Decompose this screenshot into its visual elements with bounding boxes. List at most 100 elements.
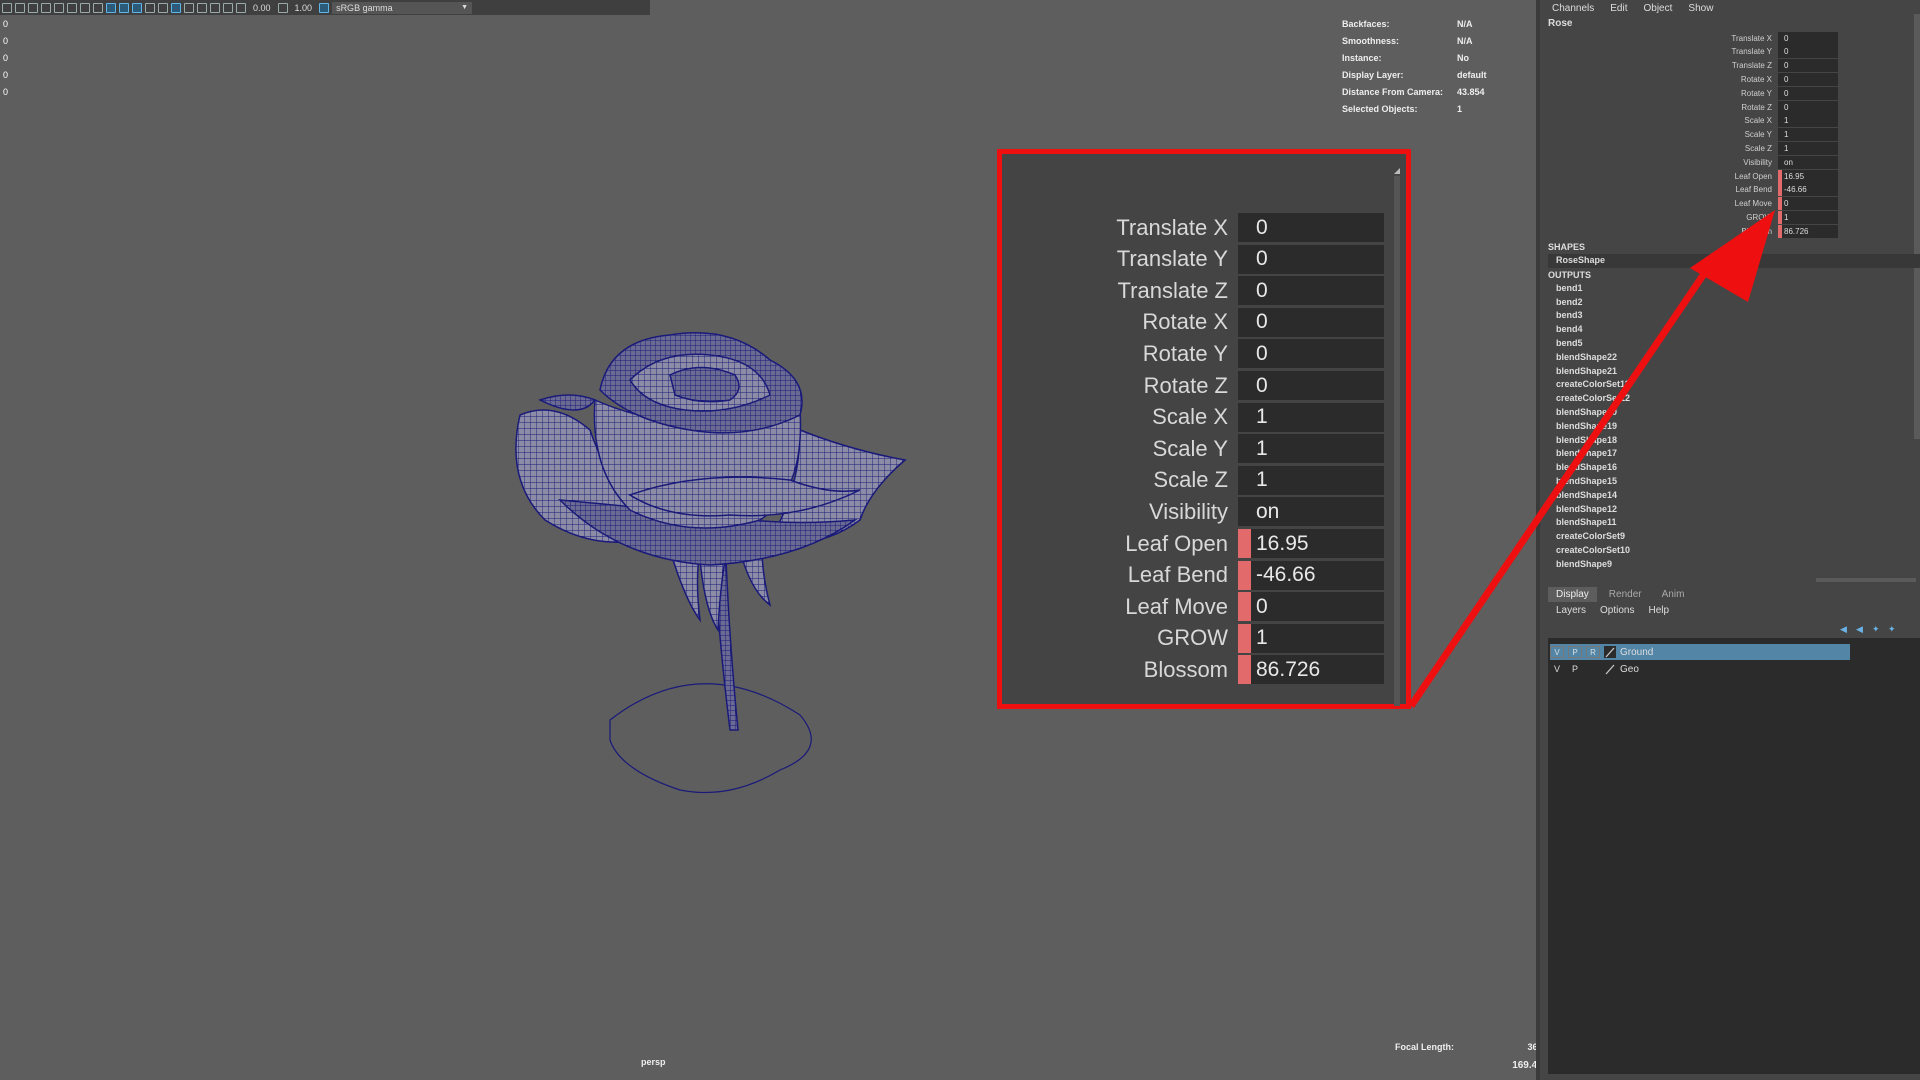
layer-name[interactable]: Ground	[1620, 647, 1653, 658]
layer-color-icon[interactable]	[1604, 663, 1616, 675]
layer-name[interactable]: Geo	[1620, 664, 1639, 675]
bookmark-icon[interactable]	[28, 2, 38, 13]
channel-row[interactable]: Translate Z 0	[1540, 59, 1920, 73]
channel-field[interactable]: 0	[1778, 59, 1838, 73]
channel-label[interactable]: Leaf Bend	[1540, 185, 1778, 194]
color-management-icon[interactable]	[319, 2, 330, 13]
tab-anim[interactable]: Anim	[1654, 587, 1693, 602]
channel-row[interactable]: Translate Y 0	[1540, 45, 1920, 59]
output-node-item[interactable]: blendShape11	[1548, 516, 1920, 530]
layer-row-ground[interactable]: V P R Ground	[1550, 644, 1850, 660]
viewport-panel[interactable]: 0.00 1.00 sRGB gamma ▼ 0 0 0 0 0 Backfac…	[0, 0, 1536, 1080]
wireframe-on-shaded-icon[interactable]	[119, 2, 129, 13]
channel-row[interactable]: Scale Z 1	[1540, 141, 1920, 155]
channel-label[interactable]: Scale X	[1540, 116, 1778, 125]
output-node-item[interactable]: bend4	[1548, 323, 1920, 337]
channel-label[interactable]: Translate Z	[1540, 61, 1778, 70]
channel-field[interactable]: 16.95	[1778, 169, 1838, 183]
resolution-gate-icon[interactable]	[80, 2, 90, 13]
channel-row[interactable]: Blossom 86.726	[1540, 224, 1920, 238]
exposure-icon[interactable]	[236, 2, 246, 13]
output-node-item[interactable]: createColorSet11	[1548, 378, 1920, 392]
textured-icon[interactable]	[132, 2, 142, 13]
menu-layers[interactable]: Layers	[1556, 605, 1586, 616]
channel-field[interactable]: 0	[1778, 31, 1838, 45]
display-type-toggle[interactable]: R	[1586, 646, 1600, 658]
menu-help[interactable]: Help	[1648, 605, 1669, 616]
channel-field[interactable]: 1	[1778, 210, 1838, 224]
move-layer-down-icon[interactable]: ◀	[1856, 624, 1866, 634]
layer-row-geo[interactable]: V P Geo	[1550, 661, 1850, 677]
smooth-shade-icon[interactable]	[106, 2, 116, 13]
channel-label[interactable]: Rotate Y	[1540, 89, 1778, 98]
output-node-item[interactable]: blendShape21	[1548, 365, 1920, 379]
output-node-item[interactable]: blendShape22	[1548, 351, 1920, 365]
channel-row[interactable]: Leaf Move 0	[1540, 197, 1920, 211]
channel-label[interactable]: Translate Y	[1540, 47, 1778, 56]
motion-blur-icon[interactable]	[210, 2, 220, 13]
channel-field[interactable]: 1	[1778, 128, 1838, 142]
anti-alias-icon[interactable]	[223, 2, 233, 13]
output-node-item[interactable]: blendShape16	[1548, 461, 1920, 475]
channel-field[interactable]: 0	[1778, 45, 1838, 59]
menu-channels[interactable]: Channels	[1552, 3, 1594, 14]
output-node-item[interactable]: blendShape19	[1548, 420, 1920, 434]
output-node-item[interactable]: bend3	[1548, 309, 1920, 323]
channel-field[interactable]: on	[1778, 155, 1838, 169]
channel-label[interactable]: Leaf Move	[1540, 199, 1778, 208]
camera-attributes-icon[interactable]	[15, 2, 25, 13]
channel-field[interactable]: 0	[1778, 100, 1838, 114]
output-node-item[interactable]: blendShape18	[1548, 434, 1920, 448]
channel-row[interactable]: Leaf Bend -46.66	[1540, 183, 1920, 197]
menu-show[interactable]: Show	[1688, 3, 1713, 14]
channel-row[interactable]: Rotate Y 0	[1540, 86, 1920, 100]
image-plane-icon[interactable]	[41, 2, 51, 13]
output-node-item[interactable]: blendShape12	[1548, 503, 1920, 517]
menu-edit[interactable]: Edit	[1610, 3, 1627, 14]
channel-label[interactable]: Scale Y	[1540, 130, 1778, 139]
channel-row[interactable]: Rotate Z 0	[1540, 100, 1920, 114]
output-node-item[interactable]: blendShape20	[1548, 406, 1920, 420]
channel-label[interactable]: GROW	[1540, 213, 1778, 222]
menu-object[interactable]: Object	[1644, 3, 1673, 14]
output-node-item[interactable]: blendShape14	[1548, 489, 1920, 503]
layer-color-icon[interactable]	[1604, 646, 1616, 658]
channel-label[interactable]: Visibility	[1540, 158, 1778, 167]
channel-field[interactable]: 0	[1778, 86, 1838, 100]
gamma-value[interactable]: 1.00	[291, 3, 317, 13]
output-node-item[interactable]: createColorSet10	[1548, 544, 1920, 558]
rose-wireframe-model[interactable]	[500, 320, 920, 820]
playback-toggle[interactable]: P	[1568, 664, 1582, 674]
channel-field[interactable]: 0	[1778, 197, 1838, 211]
isolate-select-icon[interactable]	[184, 2, 194, 13]
exposure-value[interactable]: 0.00	[249, 3, 275, 13]
output-node-item[interactable]: createColorSet9	[1548, 530, 1920, 544]
channel-label[interactable]: Leaf Open	[1540, 172, 1778, 181]
select-camera-icon[interactable]	[2, 2, 12, 13]
output-node-item[interactable]: bend5	[1548, 337, 1920, 351]
output-node-item[interactable]: bend2	[1548, 296, 1920, 310]
channel-row[interactable]: Scale Y 1	[1540, 128, 1920, 142]
tab-display[interactable]: Display	[1548, 587, 1597, 602]
gamma-icon[interactable]	[277, 2, 288, 13]
playback-toggle[interactable]: P	[1568, 646, 1582, 658]
output-node-item[interactable]: blendShape17	[1548, 447, 1920, 461]
wireframe-icon[interactable]	[93, 2, 103, 13]
channel-field[interactable]: -46.66	[1778, 183, 1838, 197]
channel-label[interactable]: Rotate Z	[1540, 103, 1778, 112]
visibility-toggle[interactable]: V	[1550, 646, 1564, 658]
shape-item[interactable]: RoseShape	[1548, 254, 1920, 268]
xray-icon[interactable]	[171, 2, 181, 13]
channel-field[interactable]: 1	[1778, 114, 1838, 128]
output-node-item[interactable]: blendShape15	[1548, 475, 1920, 489]
new-layer-icon[interactable]: ✦	[1872, 624, 1882, 634]
new-layer-selected-icon[interactable]: ✦	[1888, 624, 1898, 634]
lights-icon[interactable]	[145, 2, 155, 13]
channel-label[interactable]: Scale Z	[1540, 144, 1778, 153]
channel-row[interactable]: Scale X 1	[1540, 114, 1920, 128]
visibility-toggle[interactable]: V	[1550, 664, 1564, 674]
color-space-dropdown[interactable]: sRGB gamma ▼	[332, 1, 473, 14]
tab-render[interactable]: Render	[1601, 587, 1650, 602]
channel-row[interactable]: Translate X 0	[1540, 31, 1920, 45]
output-node-item[interactable]: bend1	[1548, 282, 1920, 296]
